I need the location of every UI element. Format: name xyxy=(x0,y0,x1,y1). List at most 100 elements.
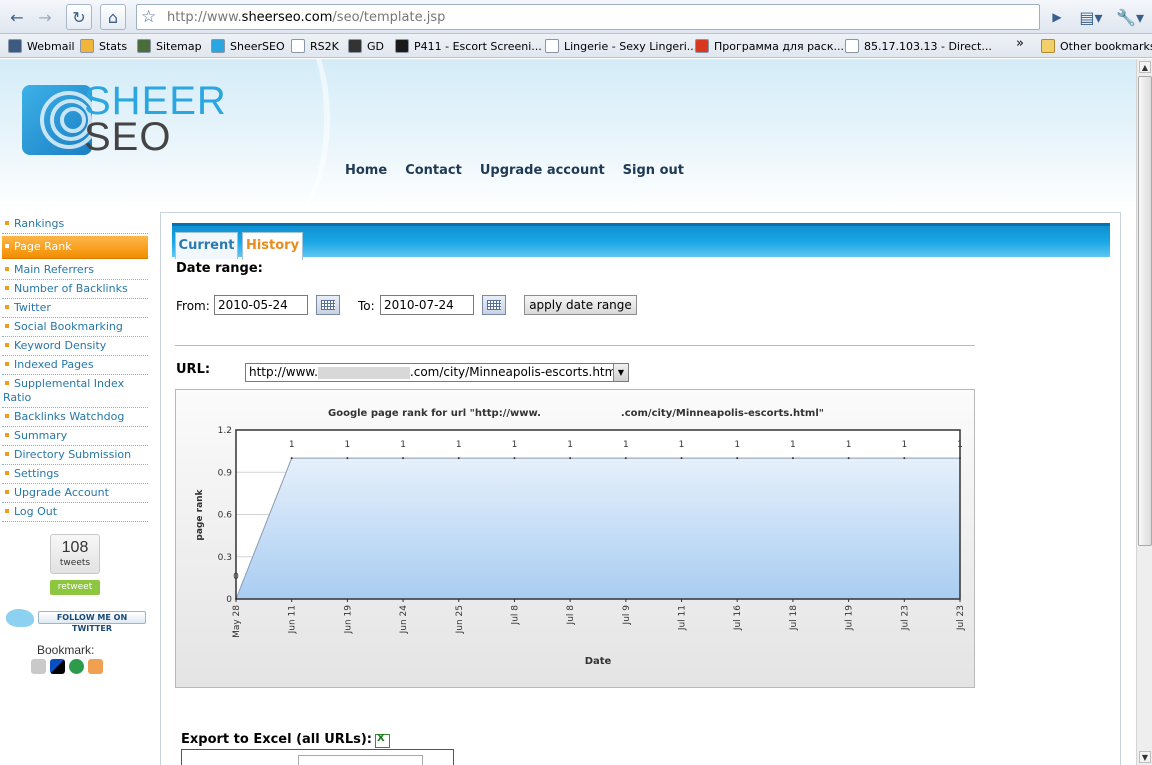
from-calendar-icon[interactable] xyxy=(316,295,340,315)
chevron-down-icon[interactable]: ▼ xyxy=(613,364,628,381)
sidebar-item-social-bookmarking[interactable]: Social Bookmarking xyxy=(2,318,148,337)
sidebar-item-summary[interactable]: Summary xyxy=(2,427,148,446)
url-select[interactable]: http://www. .com/city/Minneapolis-escorts… xyxy=(245,363,629,382)
bullet-icon xyxy=(5,433,9,437)
data-point xyxy=(513,457,516,460)
bookmark-item[interactable]: Lingerie - Sexy Lingeri... xyxy=(545,38,697,54)
x-tick-label: Jul 19 xyxy=(845,605,855,631)
scroll-thumb[interactable] xyxy=(1138,76,1152,546)
address-bar[interactable]: ☆ http://www.sheerseo.com/seo/template.j… xyxy=(136,4,1040,30)
sheerseo-logo-icon[interactable] xyxy=(22,85,92,155)
nav-home-link[interactable]: Home xyxy=(345,163,387,178)
nav-sign-out-link[interactable]: Sign out xyxy=(623,163,684,178)
bullet-icon xyxy=(5,362,9,366)
x-tick-label: Jul 11 xyxy=(678,605,688,631)
other-bookmarks[interactable]: Other bookmarks xyxy=(1041,38,1152,54)
folder-icon xyxy=(1041,39,1055,53)
friendfeed-icon[interactable] xyxy=(88,659,103,674)
bullet-icon xyxy=(5,244,9,248)
bookmark-item[interactable]: Webmail xyxy=(8,38,75,54)
sidebar-item-supplemental-index-ratio[interactable]: Supplemental Index Ratio xyxy=(2,375,148,408)
data-label: 1 xyxy=(289,440,295,450)
data-point xyxy=(457,457,460,460)
y-tick-label: 0.9 xyxy=(218,468,233,478)
main-panel: Current History Date range: From: To: ap… xyxy=(160,212,1121,765)
tweet-count-badge: 108 tweets xyxy=(50,534,100,574)
url-label: URL: xyxy=(176,362,211,377)
sidebar-menu: Rankings Page Rank Main Referrers Number of… xyxy=(2,215,148,522)
envelope-icon xyxy=(8,39,22,53)
series-area xyxy=(236,458,960,599)
apply-date-range-button[interactable]: apply date range xyxy=(524,295,637,315)
home-icon[interactable]: ⌂ xyxy=(100,4,126,30)
bookmark-item[interactable]: GD xyxy=(348,38,384,54)
bookmark-label: Lingerie - Sexy Lingeri... xyxy=(564,39,698,53)
scroll-down-icon[interactable]: ▼ xyxy=(1139,751,1151,763)
stumbleupon-icon[interactable] xyxy=(69,659,84,674)
bookmark-item[interactable]: 85.17.103.13 - Direct... xyxy=(845,38,992,54)
nav-contact-link[interactable]: Contact xyxy=(405,163,462,178)
scroll-up-icon[interactable]: ▲ xyxy=(1139,61,1151,73)
to-date-input[interactable] xyxy=(380,295,474,315)
bullet-icon xyxy=(5,381,9,385)
data-point xyxy=(680,457,683,460)
sidebar-item-upgrade-account[interactable]: Upgrade Account xyxy=(2,484,148,503)
bullet-icon xyxy=(5,221,9,225)
y-tick-label: 0.3 xyxy=(218,553,232,563)
bullet-icon xyxy=(5,490,9,494)
star-icon[interactable]: ☆ xyxy=(141,7,156,27)
bookmarks-bar: Webmail Stats Sitemap SheerSEO RS2K GD P411 - … xyxy=(0,34,1152,58)
x-tick-label: Jun 24 xyxy=(399,605,409,635)
bookmark-label: Программа для раск... xyxy=(714,39,844,53)
divider xyxy=(175,345,975,346)
retweet-button[interactable]: retweet xyxy=(50,580,100,595)
reload-icon[interactable]: ↻ xyxy=(66,4,92,30)
share-icon[interactable] xyxy=(31,659,46,674)
sidebar-item-keyword-density[interactable]: Keyword Density xyxy=(2,337,148,356)
bookmark-item[interactable]: Программа для раск... xyxy=(695,38,844,54)
top-navigation: Home Contact Upgrade account Sign out xyxy=(345,163,684,178)
bookmark-item[interactable]: Sitemap xyxy=(137,38,202,54)
data-point xyxy=(624,457,627,460)
tab-current[interactable]: Current xyxy=(175,232,238,259)
export-table xyxy=(181,749,454,765)
nav-upgrade-account-link[interactable]: Upgrade account xyxy=(480,163,605,178)
bullet-icon xyxy=(5,324,9,328)
sidebar-item-log-out[interactable]: Log Out xyxy=(2,503,148,522)
to-calendar-icon[interactable] xyxy=(482,295,506,315)
bookmarks-overflow-icon[interactable]: » xyxy=(1016,35,1024,51)
sidebar-item-directory-submission[interactable]: Directory Submission xyxy=(2,446,148,465)
p411-icon xyxy=(395,39,409,53)
wrench-menu-icon[interactable]: 🔧▾ xyxy=(1114,4,1146,30)
excel-icon[interactable] xyxy=(375,733,390,748)
sidebar-item-number-of-backlinks[interactable]: Number of Backlinks xyxy=(2,280,148,299)
sidebar-item-page-rank[interactable]: Page Rank xyxy=(2,236,148,259)
bookmark-item[interactable]: P411 - Escort Screeni... xyxy=(395,38,542,54)
sidebar-item-label: Directory Submission xyxy=(14,448,132,461)
forward-icon[interactable]: → xyxy=(32,4,58,30)
bullet-icon xyxy=(5,452,9,456)
site-logo[interactable]: SHEER SEO xyxy=(84,81,227,157)
data-label: 1 xyxy=(345,440,351,450)
from-date-input[interactable] xyxy=(214,295,308,315)
sidebar-item-settings[interactable]: Settings xyxy=(2,465,148,484)
back-icon[interactable]: ← xyxy=(4,4,30,30)
page-menu-icon[interactable]: ▤▾ xyxy=(1076,4,1106,30)
sidebar-item-indexed-pages[interactable]: Indexed Pages xyxy=(2,356,148,375)
bookmark-item[interactable]: SheerSEO xyxy=(211,38,285,54)
bookmark-item[interactable]: RS2K xyxy=(291,38,339,54)
tab-history[interactable]: History xyxy=(242,232,303,260)
sidebar-item-twitter[interactable]: Twitter xyxy=(2,299,148,318)
sidebar-item-main-referrers[interactable]: Main Referrers xyxy=(2,261,148,280)
follow-twitter-button[interactable]: FOLLOW ME ON TWITTER xyxy=(4,607,146,633)
redacted-domain xyxy=(541,408,621,419)
sidebar-item-label: Backlinks Watchdog xyxy=(14,410,125,423)
sidebar-item-backlinks-watchdog[interactable]: Backlinks Watchdog xyxy=(2,408,148,427)
sidebar-item-rankings[interactable]: Rankings xyxy=(2,215,148,234)
data-label: 1 xyxy=(623,440,629,450)
bookmark-item[interactable]: Stats xyxy=(80,38,127,54)
page-scrollbar[interactable]: ▲ ▼ xyxy=(1136,59,1152,765)
go-icon[interactable]: ▶ xyxy=(1044,4,1070,30)
delicious-icon[interactable] xyxy=(50,659,65,674)
bookmark-label: Bookmark: xyxy=(37,643,95,657)
